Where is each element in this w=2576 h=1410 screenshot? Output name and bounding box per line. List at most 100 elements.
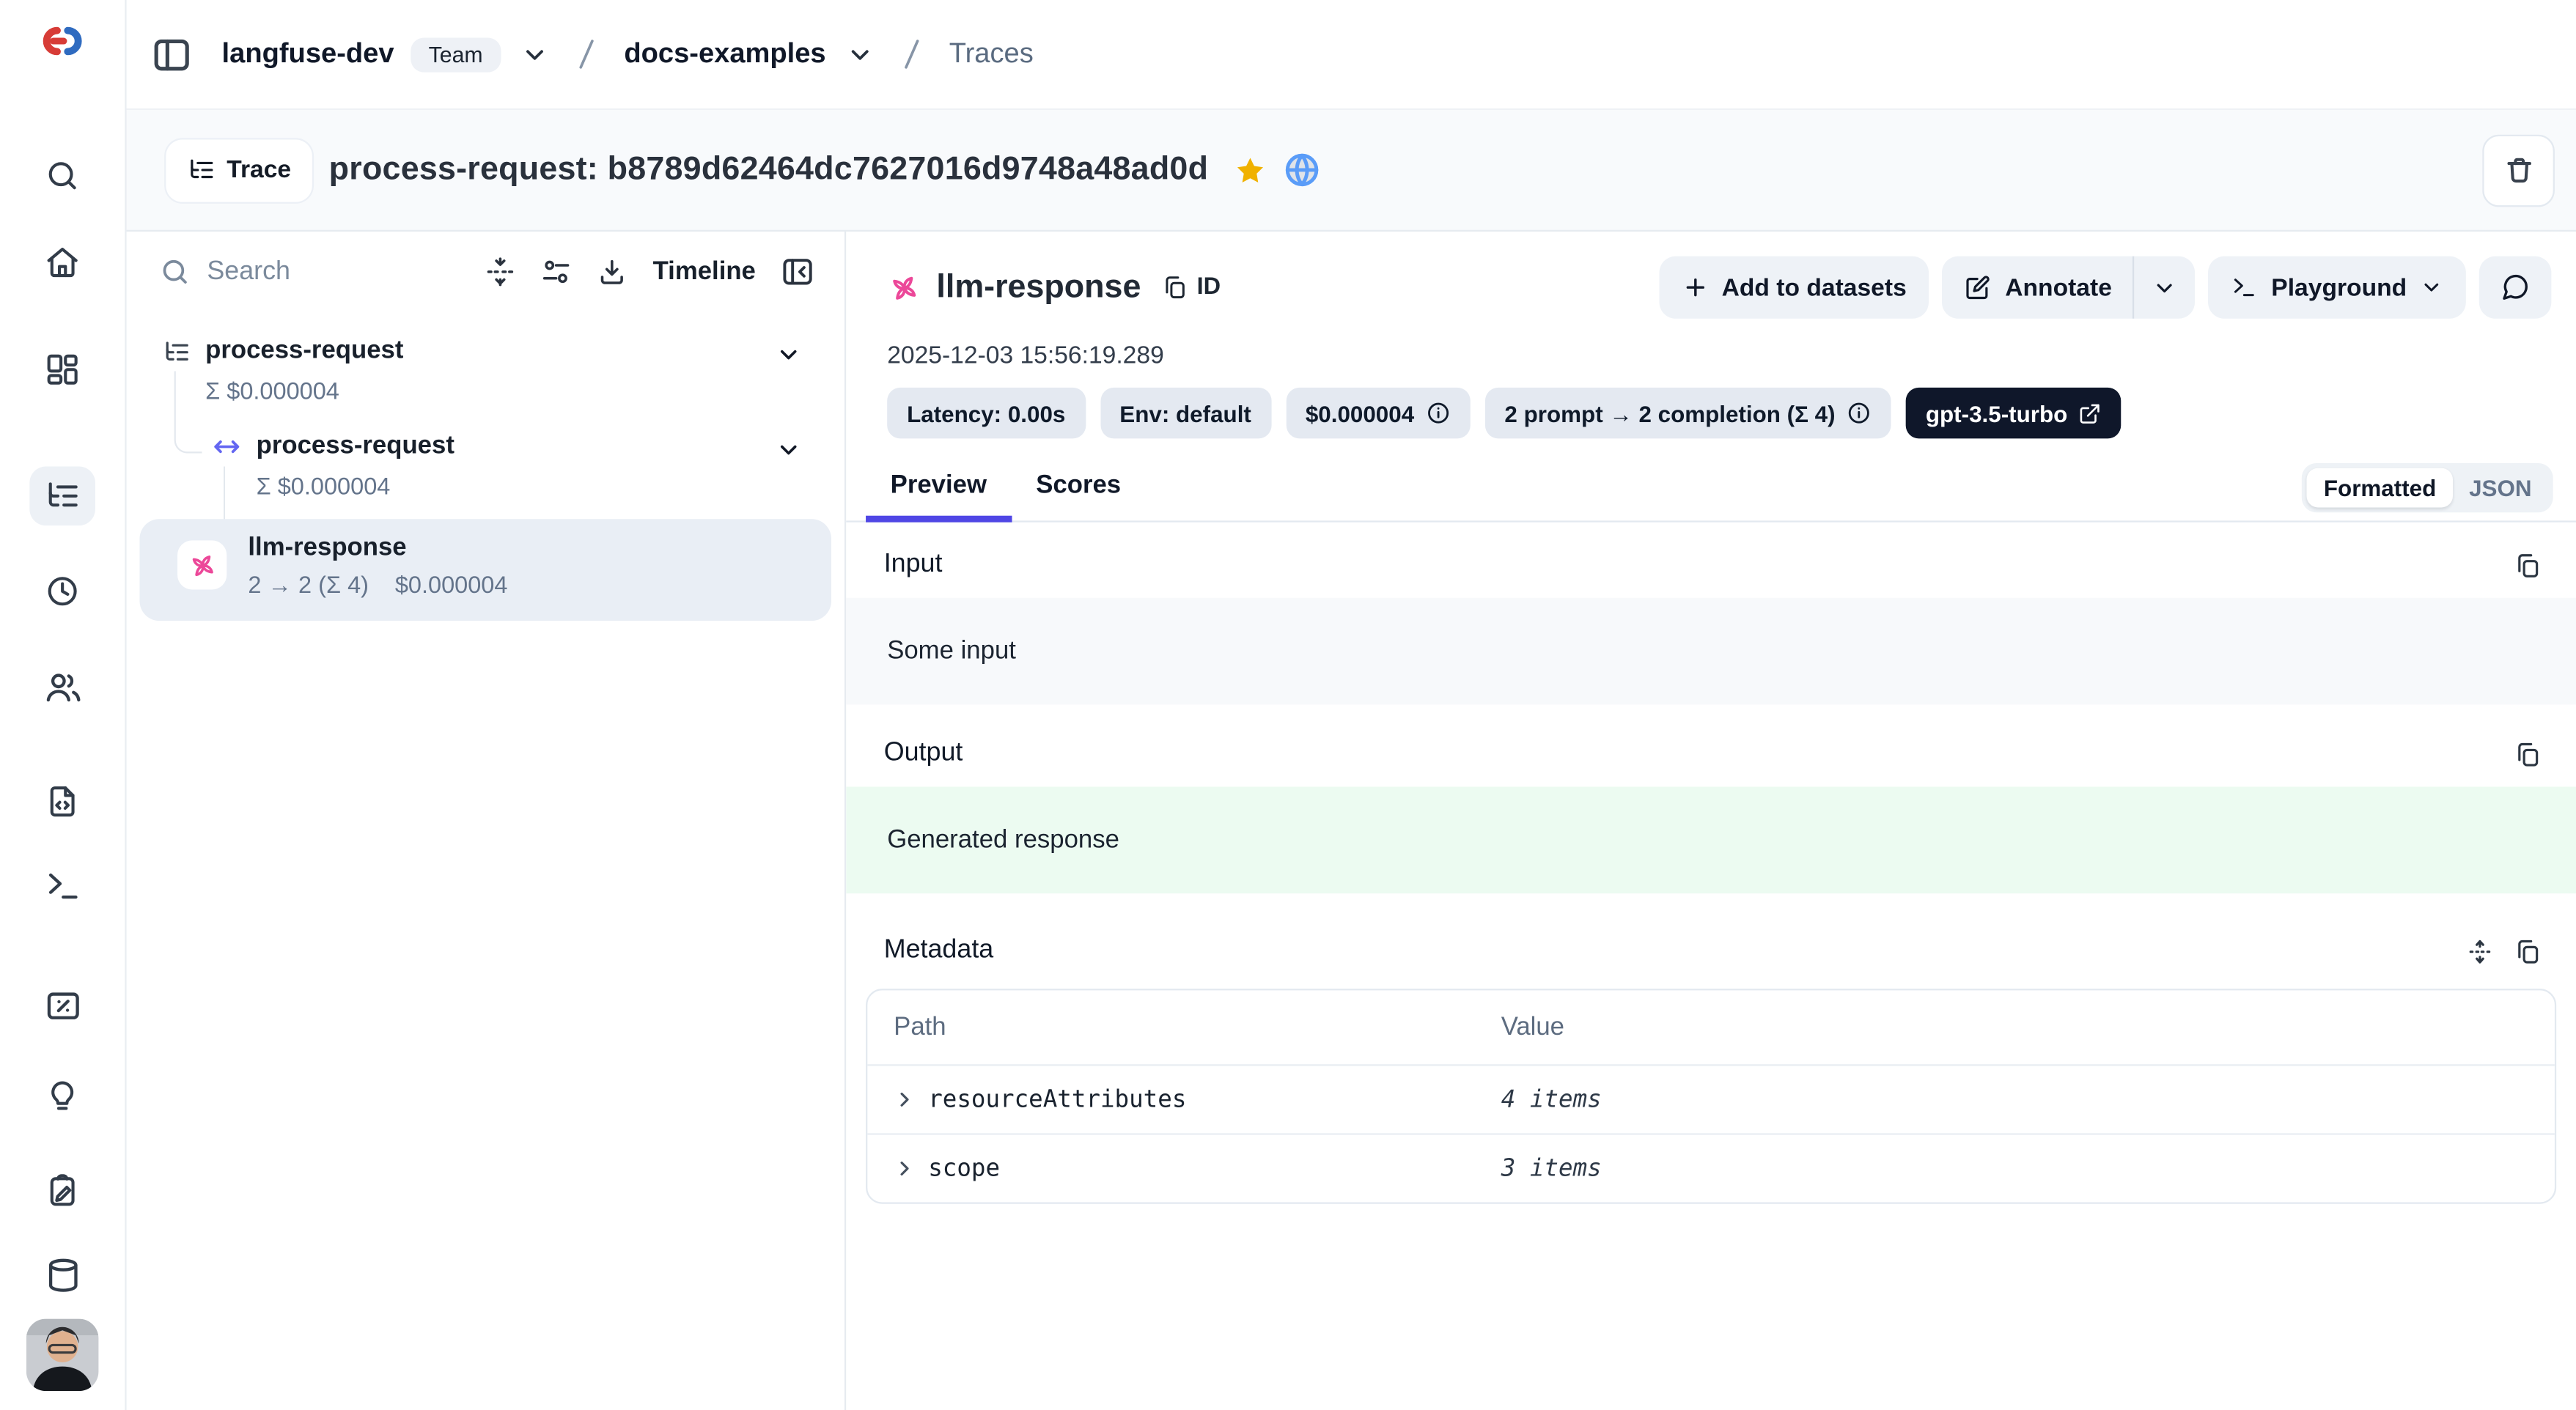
output-content: Generated response: [846, 786, 2576, 893]
token-usage-badge: 2 prompt → 2 completion (Σ 4): [1485, 388, 1891, 438]
tree-node-span[interactable]: process-request Σ $0.000004: [127, 427, 844, 509]
collapse-node-chevron-icon[interactable]: [776, 342, 802, 368]
preview-body: Input Some input Output Generated respon…: [846, 523, 2576, 1410]
main-column: langfuse-dev Team docs-examples Traces T…: [127, 0, 2576, 1410]
delete-trace-button[interactable]: [2482, 134, 2555, 207]
icon-sidebar: [0, 0, 127, 1410]
view-toggle-json[interactable]: JSON: [2453, 468, 2548, 508]
tree-node-usage: 2 → 2 (Σ 4): [248, 573, 369, 599]
sessions-clock-icon[interactable]: [29, 561, 95, 621]
trace-title: process-request: b8789d62464dc7627016d97…: [329, 151, 1209, 189]
project-name[interactable]: docs-examples: [624, 38, 825, 71]
generation-icon: [887, 270, 921, 305]
collapse-node-chevron-icon[interactable]: [776, 437, 802, 463]
detail-tabs: Preview Scores Formatted JSON: [846, 460, 2576, 523]
prompts-file-code-icon[interactable]: [29, 772, 95, 831]
langfuse-logo-icon[interactable]: [36, 20, 89, 62]
column-header-value: Value: [1501, 1013, 2555, 1042]
model-badge[interactable]: gpt-3.5-turbo: [1906, 388, 2121, 438]
annotate-expand-chevron[interactable]: [2135, 256, 2196, 319]
collapse-all-icon[interactable]: [485, 256, 517, 288]
square-pen-icon: [1964, 273, 1992, 301]
plus-icon: [1682, 274, 1709, 300]
terminal-icon: [2231, 274, 2258, 300]
org-name[interactable]: langfuse-dev: [222, 38, 394, 71]
generation-icon: [177, 540, 227, 589]
breadcrumb-slash-icon: [572, 36, 601, 72]
collapse-panel-icon[interactable]: [781, 254, 815, 289]
tab-scores[interactable]: Scores: [1033, 471, 1125, 520]
trace-header-bar: Trace process-request: b8789d62464dc7627…: [127, 110, 2576, 232]
work-area: Timeline process-request: [127, 232, 2576, 1410]
observation-title: llm-response: [936, 268, 1141, 306]
tree-node-label: process-request: [257, 432, 455, 461]
search-input[interactable]: [204, 255, 325, 288]
info-icon[interactable]: [1847, 401, 1872, 426]
list-tree-icon: [187, 156, 215, 184]
observation-timestamp: 2025-12-03 15:56:19.289: [846, 328, 2576, 369]
copy-output-icon[interactable]: [2514, 740, 2542, 768]
insights-lightbulb-icon[interactable]: [29, 1068, 95, 1127]
metrics-badges: Latency: 0.00s Env: default $0.000004 2 …: [846, 369, 2576, 438]
dashboards-icon[interactable]: [29, 340, 95, 399]
public-globe-icon[interactable]: [1284, 151, 1322, 189]
tree-node-trace[interactable]: process-request Σ $0.000004: [127, 332, 844, 414]
org-switcher-chevron-icon[interactable]: [520, 40, 548, 68]
annotation-clipboard-pen-icon[interactable]: [29, 1161, 95, 1220]
observation-tree: process-request Σ $0.000004 pr: [127, 306, 844, 1410]
tree-node-generation-selected[interactable]: llm-response 2 → 2 (Σ 4) $0.000004: [139, 519, 831, 621]
info-icon[interactable]: [1426, 401, 1451, 426]
view-toggle-formatted[interactable]: Formatted: [2307, 468, 2452, 508]
metadata-row[interactable]: scope 3 items: [867, 1133, 2555, 1202]
chevron-down-icon: [2420, 276, 2443, 299]
user-avatar[interactable]: [26, 1319, 99, 1392]
evaluation-percent-icon[interactable]: [29, 975, 95, 1035]
bookmark-star-icon[interactable]: [1234, 154, 1267, 187]
tab-preview[interactable]: Preview: [887, 471, 990, 520]
list-tree-icon: [163, 338, 191, 366]
observation-detail-panel: llm-response ID Add to datasets: [846, 232, 2576, 1410]
output-section-header: Output: [846, 704, 2576, 786]
metadata-heading: Metadata: [884, 936, 994, 965]
tree-node-label: process-request: [205, 336, 403, 366]
span-move-horizontal-icon: [212, 432, 241, 461]
metadata-section-header: Metadata: [846, 893, 2576, 986]
sidebar-toggle-button[interactable]: [151, 34, 192, 75]
tree-node-cost: Σ $0.000004: [257, 475, 391, 501]
external-link-icon: [2079, 402, 2102, 424]
top-navigation: langfuse-dev Team docs-examples Traces: [127, 0, 2576, 110]
breadcrumb-traces[interactable]: Traces: [949, 38, 1034, 71]
search-nav-icon[interactable]: [29, 146, 95, 205]
copy-icon: [1163, 274, 1189, 300]
expand-metadata-icon[interactable]: [2466, 937, 2494, 965]
annotate-button[interactable]: Annotate: [1943, 256, 2133, 319]
chevron-right-icon[interactable]: [894, 1089, 915, 1110]
input-heading: Input: [884, 550, 943, 580]
detail-header: llm-response ID Add to datasets: [846, 232, 2576, 328]
project-switcher-chevron-icon[interactable]: [846, 40, 874, 68]
datasets-database-icon[interactable]: [29, 1245, 95, 1304]
copy-metadata-icon[interactable]: [2514, 937, 2542, 965]
users-icon[interactable]: [29, 657, 95, 716]
traces-nav-icon[interactable]: [29, 466, 95, 525]
playground-terminal-icon[interactable]: [29, 856, 95, 915]
search-field[interactable]: [159, 255, 460, 288]
input-content: Some input: [846, 598, 2576, 705]
chevron-down-icon: [2153, 275, 2178, 300]
column-header-path: Path: [867, 1013, 1501, 1042]
download-icon[interactable]: [597, 256, 628, 288]
add-to-datasets-button[interactable]: Add to datasets: [1659, 256, 1929, 319]
metadata-row[interactable]: resourceAttributes 4 items: [867, 1064, 2555, 1133]
tree-settings-icon[interactable]: [541, 256, 573, 288]
input-section-header: Input: [846, 523, 2576, 598]
home-icon[interactable]: [29, 233, 95, 292]
copy-id-button[interactable]: ID: [1163, 274, 1221, 300]
copy-input-icon[interactable]: [2514, 551, 2542, 579]
comments-button[interactable]: [2479, 256, 2552, 319]
timeline-toggle[interactable]: Timeline: [653, 257, 756, 287]
latency-badge: Latency: 0.00s: [887, 388, 1085, 438]
chevron-right-icon[interactable]: [894, 1158, 915, 1179]
view-toggle: Formatted JSON: [2303, 463, 2553, 512]
org-plan-badge: Team: [411, 37, 501, 71]
playground-button[interactable]: Playground: [2209, 256, 2466, 319]
